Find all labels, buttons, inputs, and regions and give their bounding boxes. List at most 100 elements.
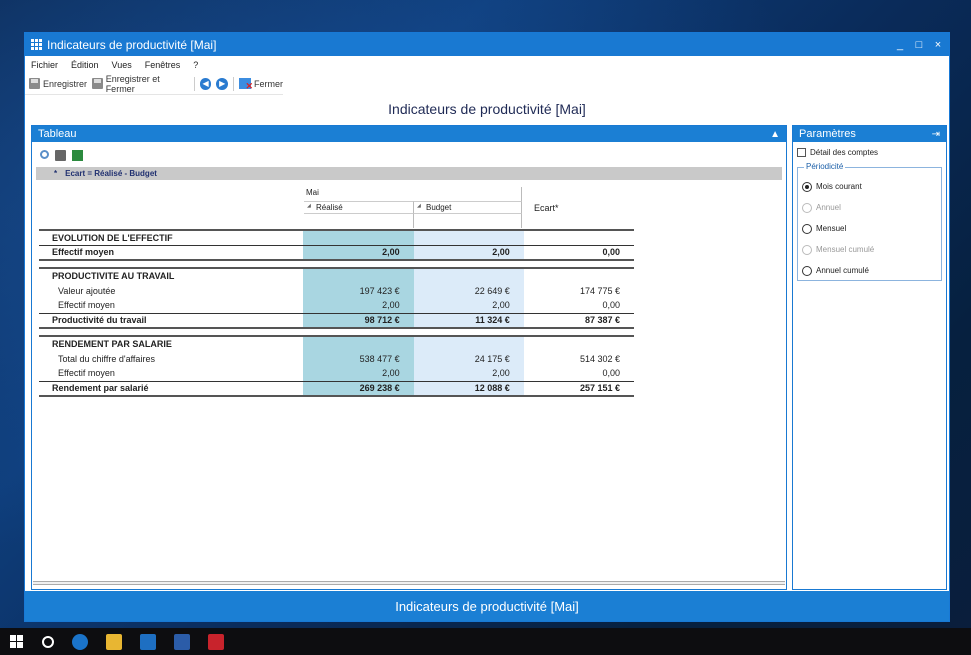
- page-title: Indicateurs de productivité [Mai]: [388, 101, 586, 117]
- periodicite-group: Périodicité Mois courant Annuel Mensuel Men…: [797, 162, 942, 281]
- menu-vues[interactable]: Vues: [112, 60, 132, 70]
- detail-comptes-label: Détail des comptes: [810, 148, 879, 157]
- table-row: PRODUCTIVITE AU TRAVAIL: [39, 267, 634, 283]
- close-window-button[interactable]: ×: [933, 39, 943, 51]
- close-label: Fermer: [253, 78, 283, 89]
- column-headers: Mai Réalisé Budget Ecart*: [32, 185, 786, 229]
- indicator-table: EVOLUTION DE L'EFFECTIF Effectif moyen 2,0…: [39, 229, 634, 397]
- table-row: Valeur ajoutée 197 423 €22 649 € 174 775 €: [39, 283, 634, 298]
- word-icon[interactable]: [174, 633, 190, 650]
- ecart-cell: 0,00: [602, 368, 620, 379]
- formula-note: * Ecart = Réalisé - Budget: [36, 167, 782, 180]
- table-row: EVOLUTION DE L'EFFECTIF: [39, 229, 634, 245]
- radio-label: Annuel: [816, 203, 841, 212]
- back-arrow-icon[interactable]: ◀: [199, 77, 212, 90]
- row-label: PRODUCTIVITE AU TRAVAIL: [39, 267, 304, 283]
- windows-start-icon[interactable]: [10, 634, 24, 649]
- save-label: Enregistrer: [43, 78, 88, 89]
- column-budget-blank: [414, 214, 522, 228]
- radio-button[interactable]: [802, 223, 812, 234]
- save-icon: [29, 78, 40, 89]
- ecart-cell: 0,00: [602, 300, 620, 311]
- toolbar-separator: [193, 76, 195, 91]
- close-button[interactable]: Fermer: [238, 78, 283, 92]
- realise-cell: 2,00: [303, 244, 414, 261]
- table-row: Effectif moyen 2,00 2,00 0,00: [39, 244, 634, 261]
- save-close-button[interactable]: Enregistrer et Fermer: [92, 74, 189, 94]
- budget-cell: 2,00: [413, 244, 524, 261]
- column-group-mai: Mai: [304, 187, 522, 201]
- spacer-row: [39, 260, 634, 268]
- tableau-panel: Tableau ▲ * Ecart = Réalisé - Budget Mai…: [31, 125, 787, 590]
- title-bar[interactable]: Indicateurs de productivité [Mai] _ □ ×: [25, 33, 949, 56]
- horizontal-scrollbar[interactable]: [33, 581, 785, 585]
- realise-cell: [303, 229, 414, 245]
- table-row: Effectif moyen 2,00 2,00 0,00: [39, 298, 634, 313]
- realise-cell: 538 477 €: [303, 351, 414, 366]
- parametres-header: Paramètres ⇥: [793, 126, 946, 142]
- row-label: Effectif moyen: [39, 244, 304, 261]
- excel-export-icon[interactable]: [72, 150, 83, 161]
- zoom-icon[interactable]: [40, 150, 49, 159]
- budget-cell: 12 088 €: [413, 380, 524, 397]
- budget-cell: 11 324 €: [413, 312, 524, 329]
- menu-fenetres[interactable]: Fenêtres: [145, 60, 181, 70]
- edge-icon[interactable]: [72, 633, 88, 650]
- cortana-search-icon[interactable]: [42, 635, 54, 648]
- row-label: EVOLUTION DE L'EFFECTIF: [39, 229, 304, 245]
- pin-panel-icon[interactable]: ⇥: [932, 129, 940, 140]
- column-realise-blank: [304, 214, 414, 228]
- minimize-button[interactable]: _: [895, 39, 905, 51]
- radio-label: Mois courant: [816, 182, 862, 191]
- periodicite-option[interactable]: Annuel cumulé: [802, 260, 937, 281]
- row-label: Effectif moyen: [58, 368, 115, 379]
- formula-bullet: *: [54, 169, 58, 178]
- collapse-up-icon[interactable]: ▲: [770, 129, 780, 140]
- file-explorer-icon[interactable]: [106, 633, 122, 650]
- menu-edition[interactable]: Édition: [71, 60, 99, 70]
- row-label: Total du chiffre d'affaires: [58, 353, 155, 364]
- row-label: Effectif moyen: [58, 300, 115, 311]
- detail-comptes-checkbox[interactable]: [797, 148, 806, 157]
- row-label: RENDEMENT PAR SALARIE: [39, 335, 304, 351]
- column-budget[interactable]: Budget: [414, 201, 522, 214]
- data-grid: Mai Réalisé Budget Ecart* EVOLUTION DE L…: [32, 185, 786, 397]
- app-icon[interactable]: [208, 633, 224, 650]
- toolbar-separator: [233, 76, 234, 91]
- realise-cell: [303, 267, 414, 283]
- periodicite-option[interactable]: Mois courant: [802, 176, 937, 197]
- maximize-button[interactable]: □: [914, 39, 924, 51]
- outlook-icon[interactable]: [140, 633, 156, 650]
- grid-app-icon: [31, 39, 42, 50]
- radio-button[interactable]: [802, 265, 812, 276]
- detail-comptes-checkbox-row[interactable]: Détail des comptes: [797, 148, 942, 157]
- save-button[interactable]: Enregistrer: [29, 78, 87, 89]
- realise-cell: 98 712 €: [303, 312, 414, 329]
- ecart-cell: 174 775 €: [579, 285, 620, 296]
- periodicite-option[interactable]: Mensuel: [802, 218, 937, 239]
- radio-label: Mensuel: [816, 224, 847, 233]
- toolbar: Enregistrer Enregistrer et Fermer ◀ ▶ Fe…: [25, 73, 283, 95]
- print-icon[interactable]: [55, 150, 66, 161]
- periodicite-option: Annuel: [802, 197, 937, 218]
- radio-label: Annuel cumulé: [816, 266, 869, 275]
- tableau-header: Tableau ▲: [32, 126, 786, 142]
- menu-fichier[interactable]: Fichier: [31, 60, 58, 70]
- table-row: Total du chiffre d'affaires 538 477 €24 1…: [39, 351, 634, 366]
- radio-button[interactable]: [802, 181, 812, 192]
- table-row: Productivité du travail 98 712 €11 324 €8…: [39, 312, 634, 329]
- spacer-cell: [39, 260, 634, 268]
- app-window: Indicateurs de productivité [Mai] _ □ × …: [24, 32, 950, 622]
- ecart-cell: 0,00: [523, 244, 634, 261]
- forward-arrow-icon[interactable]: ▶: [216, 77, 229, 90]
- tableau-title: Tableau: [38, 128, 77, 140]
- budget-cell: 22 649 €: [413, 283, 524, 298]
- menu-help[interactable]: ?: [193, 60, 198, 70]
- realise-cell: [303, 335, 414, 351]
- radio-button: [802, 244, 812, 255]
- column-realise[interactable]: Réalisé: [304, 201, 414, 214]
- window-title: Indicateurs de productivité [Mai]: [47, 37, 217, 52]
- taskbar: [0, 628, 971, 655]
- table-row: RENDEMENT PAR SALARIE: [39, 335, 634, 351]
- ecart-cell: 257 151 €: [523, 380, 634, 397]
